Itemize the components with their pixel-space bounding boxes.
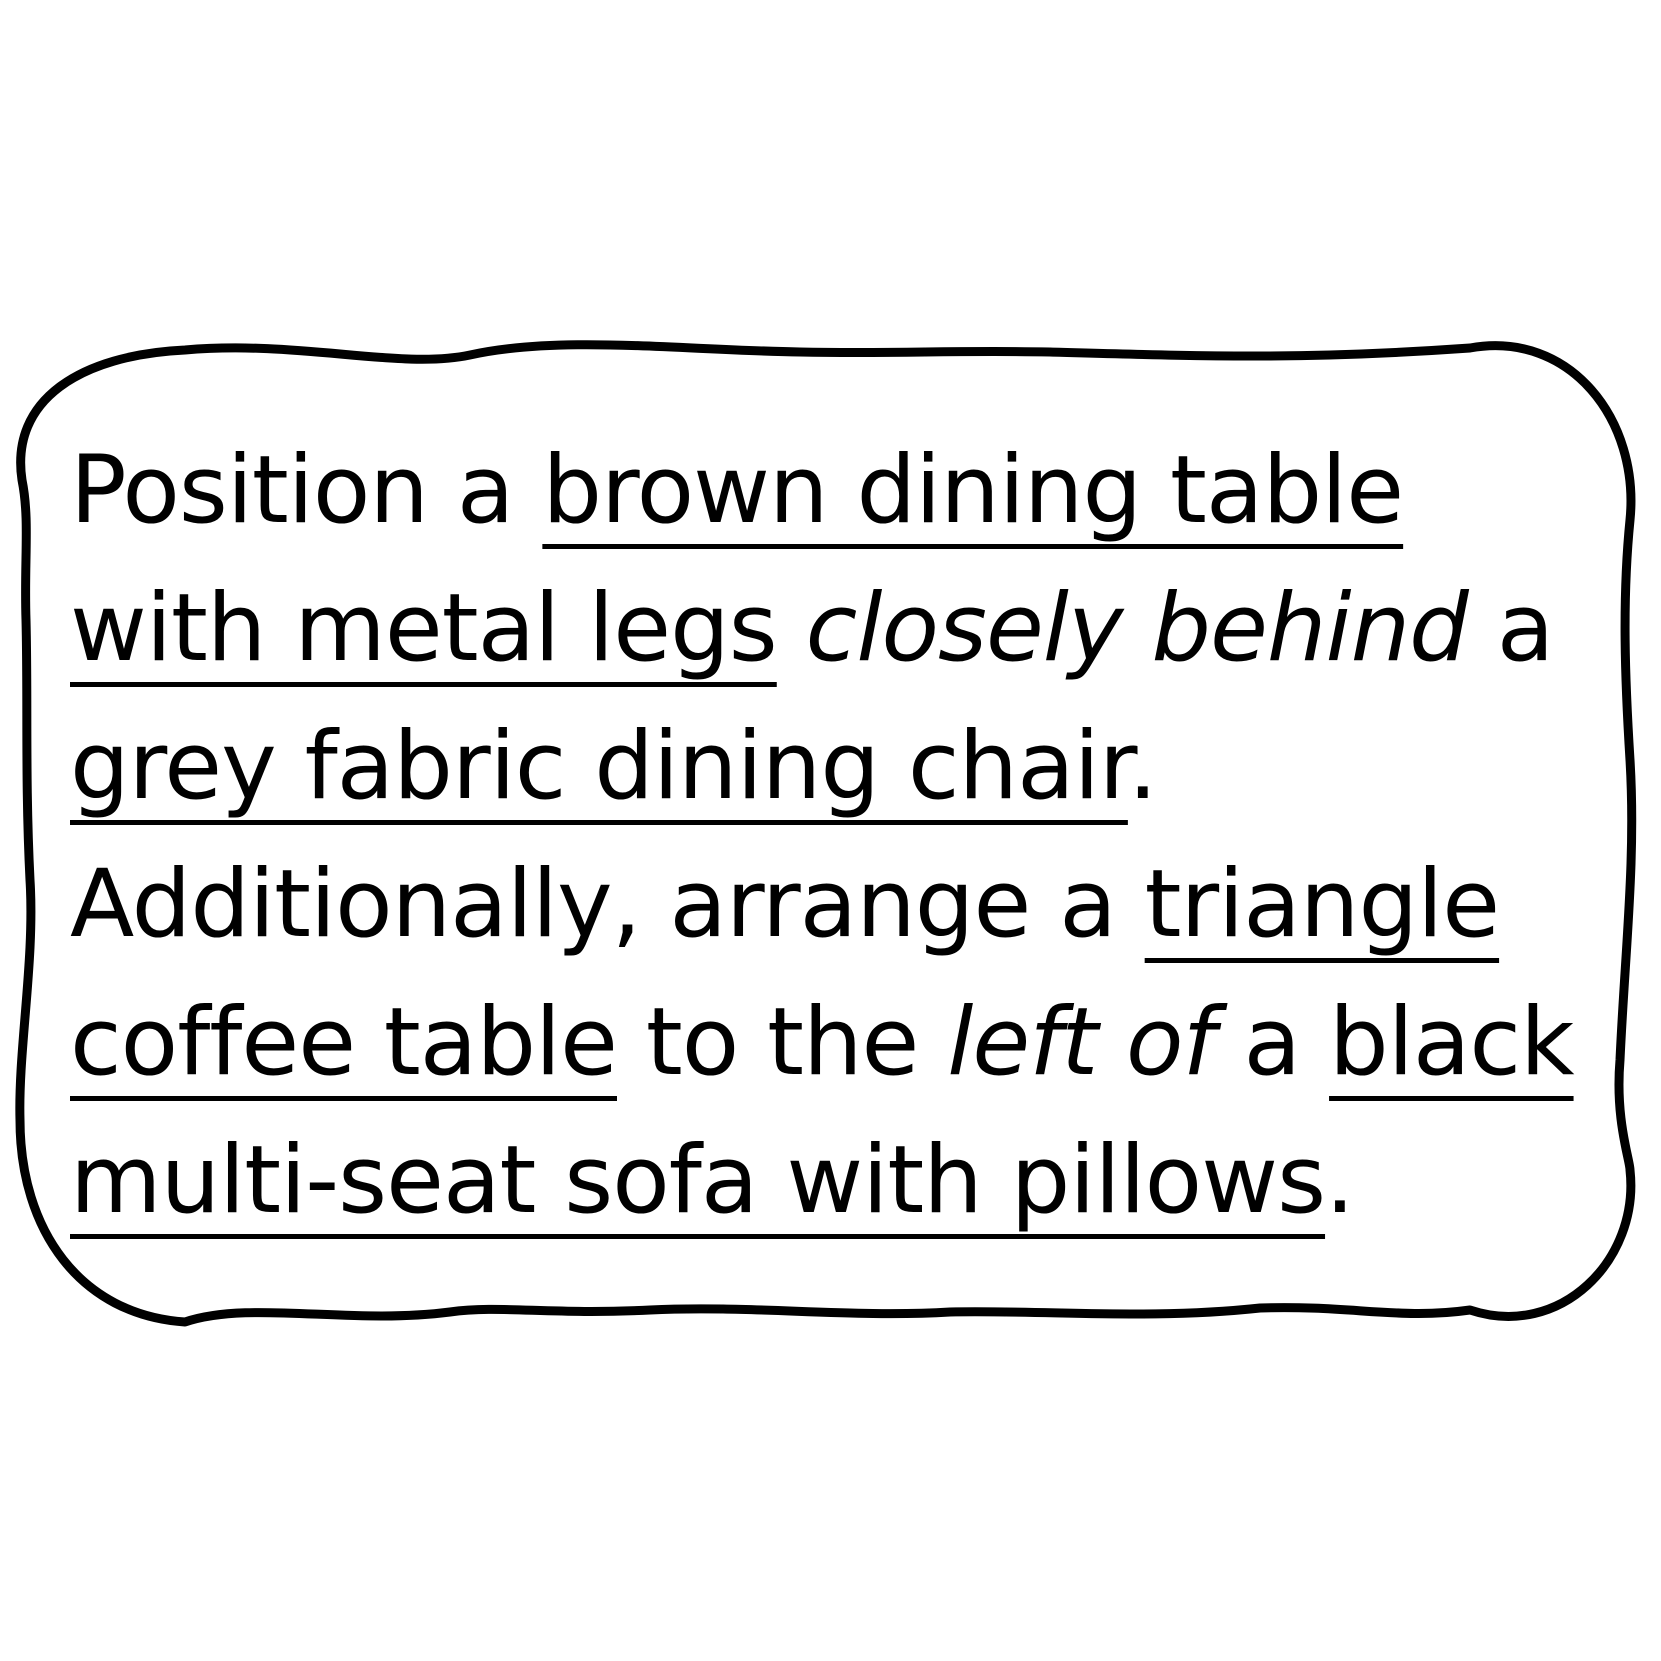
object-phrase-triangle: triangle — [1144, 850, 1500, 959]
plain-text: . — [1325, 1126, 1355, 1235]
instruction-text: Position a brown dining table with metal… — [70, 422, 1630, 1250]
object-phrase-sofa: multi-seat sofa with pillows — [70, 1126, 1326, 1235]
object-phrase-dining-table: brown dining table — [542, 436, 1404, 545]
text-line-6: multi-seat sofa with pillows. — [70, 1112, 1630, 1250]
plain-text: a — [1214, 988, 1330, 1097]
plain-text: Position a — [70, 436, 543, 545]
plain-text — [777, 574, 806, 683]
plain-text: to the — [617, 988, 948, 1097]
plain-text: . — [1127, 712, 1158, 821]
object-phrase-metal-legs: with metal legs — [70, 574, 778, 683]
text-line-4: Additionally, arrange a triangle — [70, 836, 1630, 974]
object-phrase-coffee-table: coffee table — [70, 988, 618, 1097]
text-line-5: coffee table to the left of a black — [70, 974, 1630, 1112]
text-line-2: with metal legs closely behind a — [70, 560, 1630, 698]
text-line-3: grey fabric dining chair. — [70, 698, 1630, 836]
relation-phrase-left-of: left of — [947, 988, 1215, 1097]
plain-text: a — [1467, 574, 1555, 683]
object-phrase-dining-chair: grey fabric dining chair — [70, 712, 1129, 821]
relation-phrase-behind: closely behind — [805, 574, 1469, 683]
text-line-1: Position a brown dining table — [70, 422, 1630, 560]
object-phrase-black: black — [1329, 988, 1575, 1097]
plain-text: Additionally, arrange a — [70, 850, 1145, 959]
